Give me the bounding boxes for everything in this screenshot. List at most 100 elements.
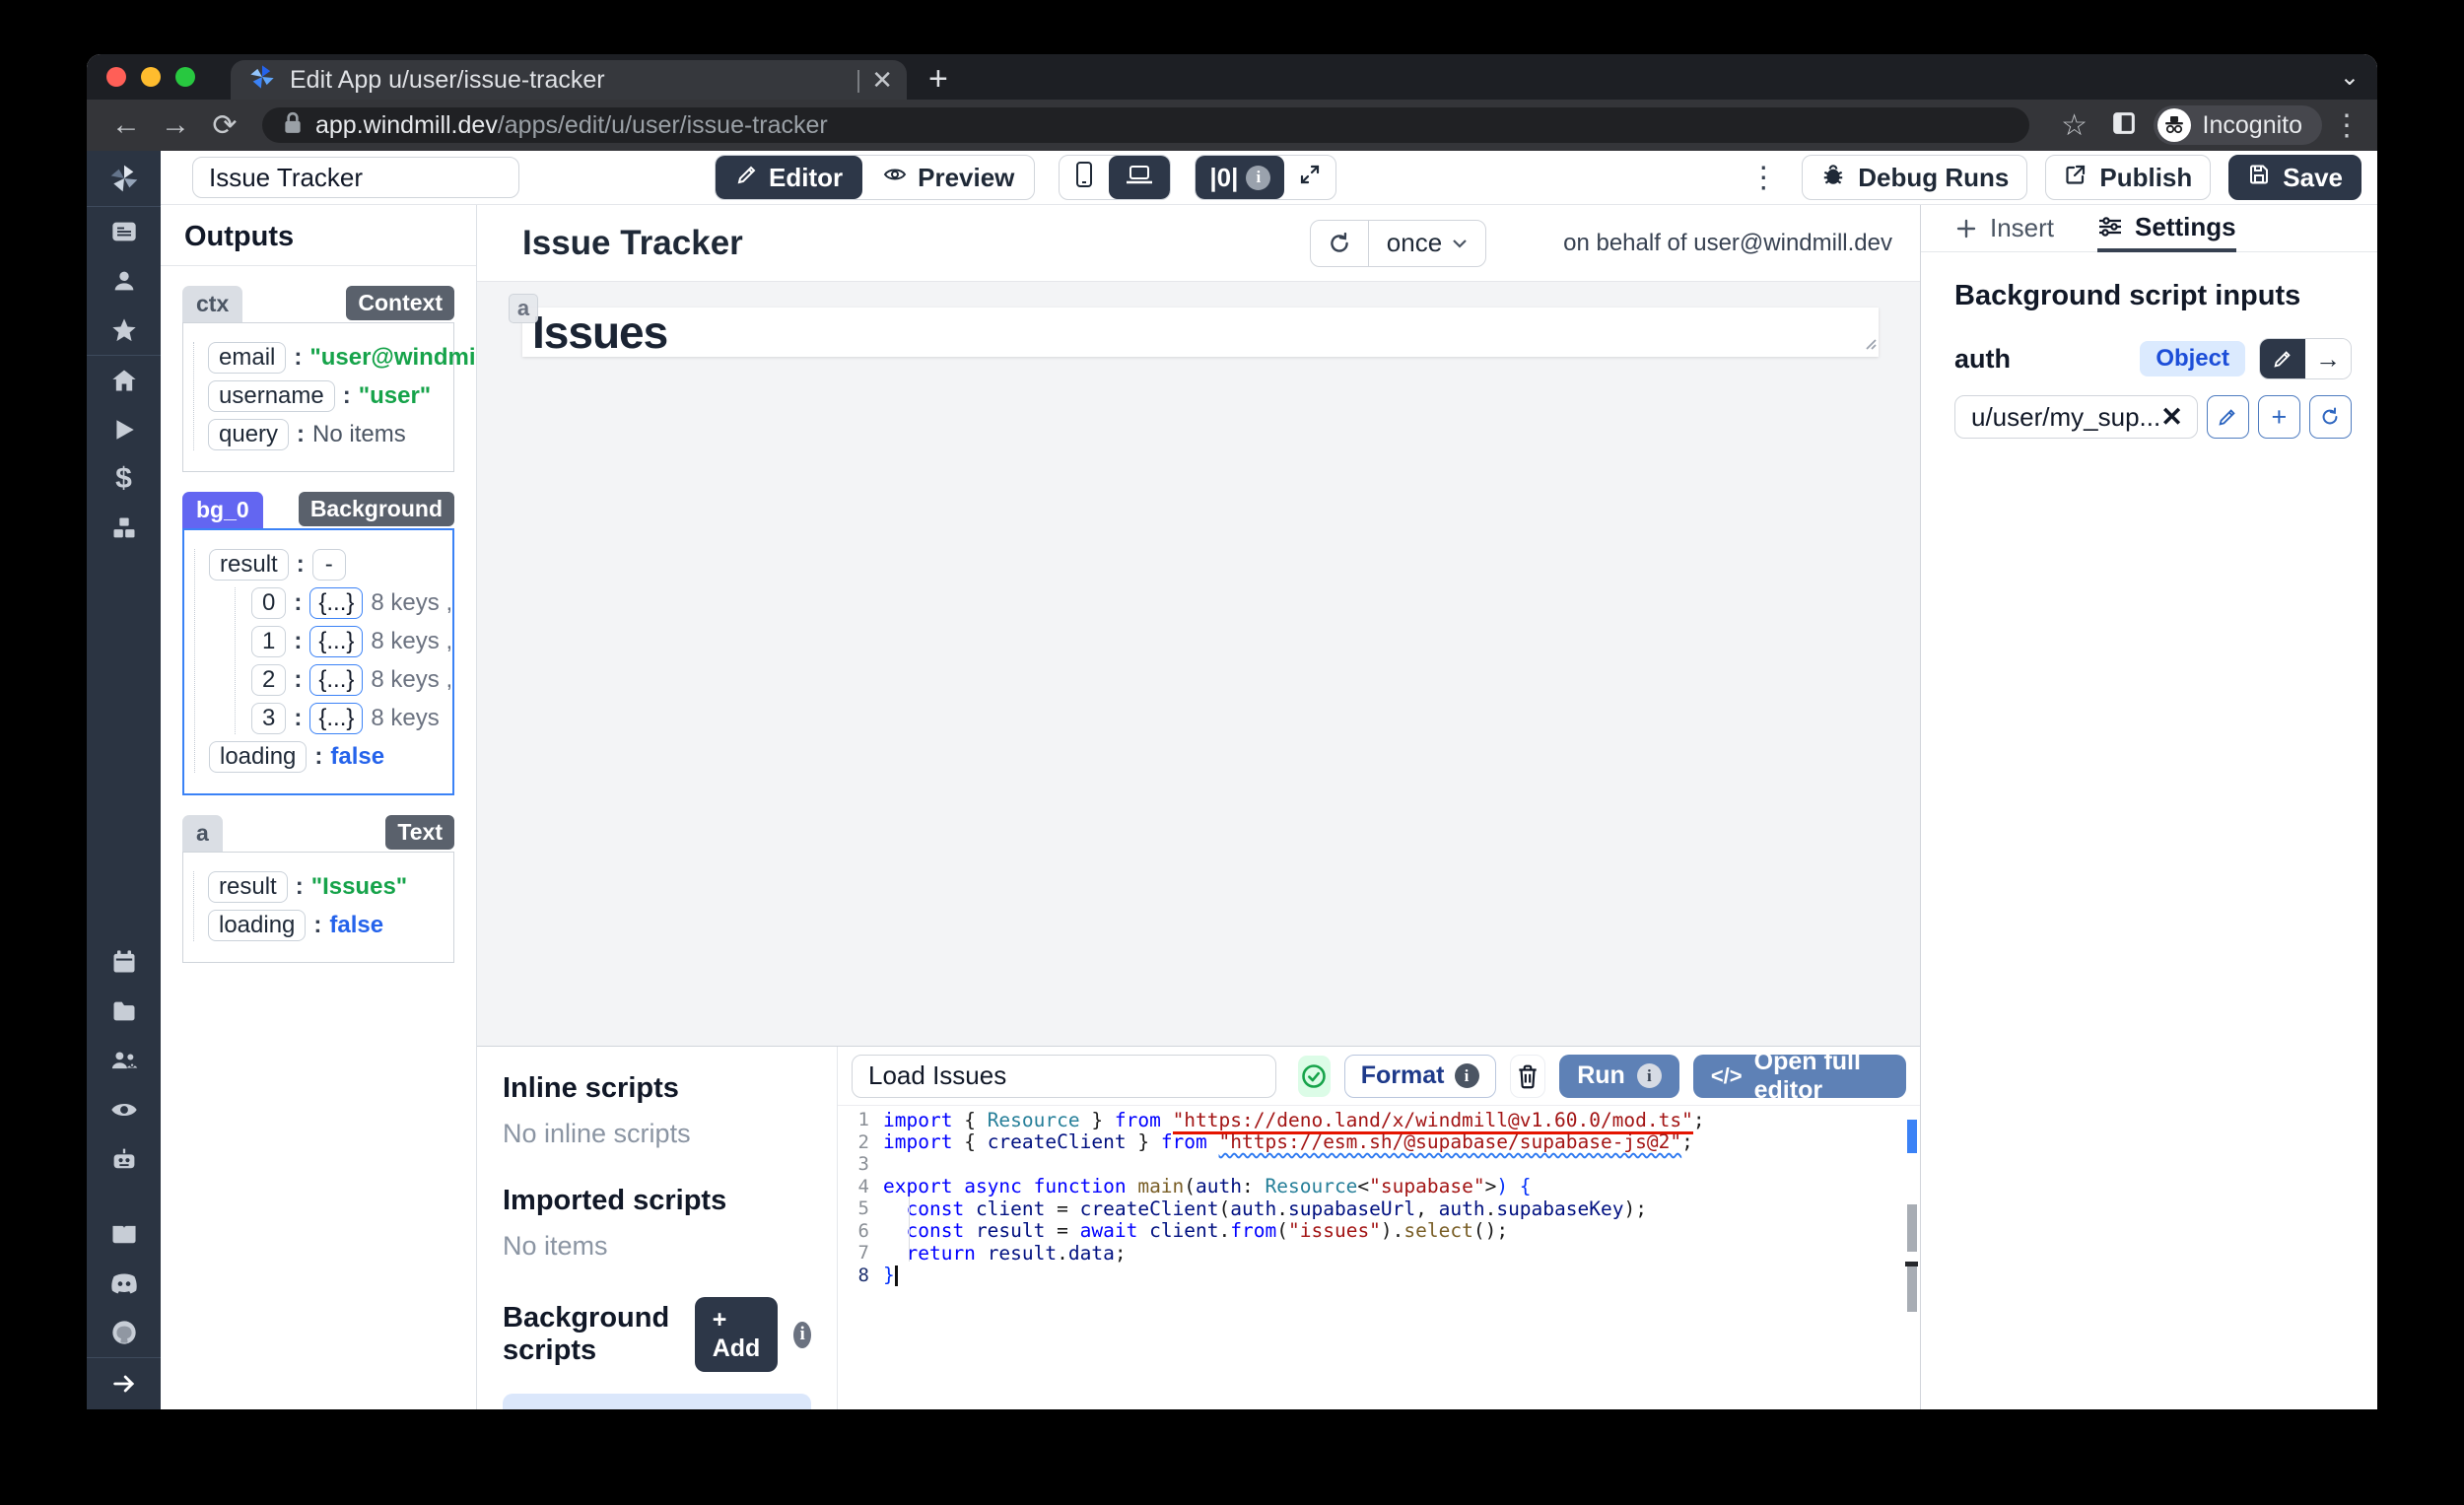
open-full-editor-button[interactable]: </> Open full editor (1693, 1055, 1906, 1098)
app-canvas[interactable]: a Issues (477, 282, 1920, 1046)
refresh-mode-dropdown[interactable]: once (1369, 221, 1485, 266)
sidebar-collapse-arrow-icon[interactable] (87, 1358, 161, 1409)
add-resource-button[interactable]: + (2258, 395, 2300, 439)
index-pill[interactable]: 0 (251, 587, 286, 619)
output-id-chip[interactable]: ctx (182, 286, 242, 322)
sidebar-item-windmill-logo[interactable] (87, 151, 161, 206)
index-pill[interactable]: 1 (251, 626, 286, 657)
more-options-icon[interactable]: ⋮ (1743, 161, 1784, 195)
run-button[interactable]: Run i (1559, 1055, 1679, 1098)
script-name-input[interactable] (852, 1055, 1276, 1098)
code-line[interactable]: 3 (838, 1153, 1920, 1176)
back-icon[interactable]: ← (106, 108, 146, 142)
code-line[interactable]: 1import { Resource } from "https://deno.… (838, 1109, 1920, 1131)
info-icon[interactable]: i (793, 1322, 811, 1348)
sidebar-item-home[interactable] (87, 356, 161, 405)
text-component[interactable]: a Issues (522, 308, 1879, 357)
tab-preview-icon[interactable] (2110, 109, 2138, 142)
resource-input[interactable]: u/user/my_sup... ✕ (1954, 395, 2198, 439)
maximize-window-button[interactable] (175, 67, 195, 87)
index-pill[interactable]: 2 (251, 664, 286, 696)
sidebar-item-runs[interactable] (87, 405, 161, 454)
sidebar-item-apps[interactable] (87, 207, 161, 256)
code-line[interactable]: 6 const result = await client.from("issu… (838, 1220, 1920, 1243)
address-bar[interactable]: app.windmill.dev/apps/edit/u/user/issue-… (262, 107, 2029, 143)
output-key-pill[interactable]: username (208, 380, 335, 412)
sidebar-item-workers-robot[interactable] (87, 1134, 161, 1184)
sidebar-item-folders[interactable] (87, 987, 161, 1036)
code-line[interactable]: 7 return result.data; (838, 1242, 1920, 1265)
fullscreen-button[interactable] (1284, 156, 1335, 199)
output-key-pill[interactable]: query (208, 419, 289, 450)
output-key-pill[interactable]: loading (209, 741, 307, 773)
output-card-a[interactable]: a Text result: "Issues" loading: (182, 815, 454, 963)
format-button[interactable]: Format i (1344, 1055, 1496, 1098)
object-pill[interactable]: {...} (309, 587, 363, 619)
output-card-ctx[interactable]: ctx Context email: "user@windmill.dev" u (182, 286, 454, 472)
sidebar-item-groups[interactable] (87, 1036, 161, 1085)
bookmark-star-icon[interactable]: ☆ (2055, 108, 2094, 143)
object-pill[interactable]: {...} (309, 703, 363, 734)
output-card-bg0[interactable]: bg_0 Background result: - (182, 492, 454, 795)
tab-close-icon[interactable]: ✕ (871, 65, 893, 96)
background-script-item[interactable]: Load Issues Background (503, 1394, 811, 1409)
overview-ruler[interactable] (1904, 1106, 1920, 1409)
static-mode-button[interactable] (2260, 339, 2305, 378)
collapse-toggle[interactable]: - (312, 549, 346, 581)
sidebar-item-schedules[interactable] (87, 937, 161, 987)
index-pill[interactable]: 3 (251, 703, 286, 734)
publish-button[interactable]: Publish (2045, 155, 2211, 200)
edit-resource-button[interactable] (2207, 395, 2249, 439)
editor-mode-button[interactable]: Editor (716, 156, 862, 199)
app-name-input[interactable] (192, 157, 519, 198)
sidebar-item-favorites-star[interactable] (87, 306, 161, 355)
sidebar-item-discord[interactable] (87, 1259, 161, 1308)
mobile-view-button[interactable] (1060, 156, 1109, 199)
code-line[interactable]: 4export async function main(auth: Resour… (838, 1176, 1920, 1198)
desktop-view-button[interactable] (1109, 156, 1170, 199)
new-tab-button[interactable]: + (928, 62, 948, 96)
save-button[interactable]: Save (2228, 155, 2361, 200)
tab-list-chevron-icon[interactable]: ⌄ (2340, 63, 2360, 92)
outputs-debug-button[interactable]: |0| i (1196, 156, 1284, 199)
component-id-chip[interactable]: a (509, 294, 538, 323)
code-editor-area[interactable]: 1import { Resource } from "https://deno.… (838, 1106, 1920, 1409)
refresh-resource-button[interactable] (2309, 395, 2352, 439)
output-key-pill[interactable]: result (208, 871, 288, 903)
clear-icon[interactable]: ✕ (2160, 402, 2183, 433)
close-window-button[interactable] (106, 67, 126, 87)
browser-tab[interactable]: Edit App u/user/issue-tracker | ✕ (231, 60, 907, 100)
code-line[interactable]: 8} (838, 1265, 1920, 1287)
tab-settings[interactable]: Settings (2097, 205, 2236, 252)
sidebar-item-audit-eye[interactable] (87, 1085, 161, 1134)
output-key-pill[interactable]: loading (208, 910, 306, 941)
connect-mode-button[interactable]: → (2305, 339, 2351, 378)
object-pill[interactable]: {...} (309, 664, 363, 696)
code-line[interactable]: 5 const client = createClient(auth.supab… (838, 1197, 1920, 1220)
output-id-chip[interactable]: bg_0 (182, 492, 263, 528)
forward-icon[interactable]: → (156, 108, 195, 142)
sidebar-item-docs-book[interactable] (87, 1209, 161, 1259)
minimize-window-button[interactable] (141, 67, 161, 87)
sidebar-item-github[interactable] (87, 1308, 161, 1357)
delete-script-button[interactable] (1510, 1055, 1546, 1098)
output-key-pill[interactable]: email (208, 342, 286, 374)
expand-icon (1298, 163, 1322, 193)
reload-icon[interactable]: ⟳ (205, 108, 244, 143)
sidebar-item-user[interactable] (87, 256, 161, 306)
output-id-chip[interactable]: a (182, 815, 223, 852)
sidebar-item-pricing[interactable]: $ (87, 454, 161, 504)
tab-insert[interactable]: Insert (1954, 205, 2054, 251)
browser-menu-icon[interactable]: ⋮ (2332, 108, 2358, 143)
sidebar-item-resources[interactable] (87, 504, 161, 553)
add-background-script-button[interactable]: + Add (695, 1297, 779, 1372)
resize-handle-icon[interactable] (1865, 337, 1877, 355)
code-line[interactable]: 2import { createClient } from "https://e… (838, 1131, 1920, 1154)
object-pill[interactable]: {...} (309, 626, 363, 657)
refresh-button[interactable] (1311, 221, 1368, 266)
chevron-down-icon (1452, 239, 1468, 248)
preview-mode-button[interactable]: Preview (862, 156, 1034, 199)
output-key-pill[interactable]: result (209, 549, 289, 581)
debug-runs-button[interactable]: Debug Runs (1802, 155, 2027, 200)
script-editor-toolbar: Format i Run i (838, 1047, 1920, 1106)
